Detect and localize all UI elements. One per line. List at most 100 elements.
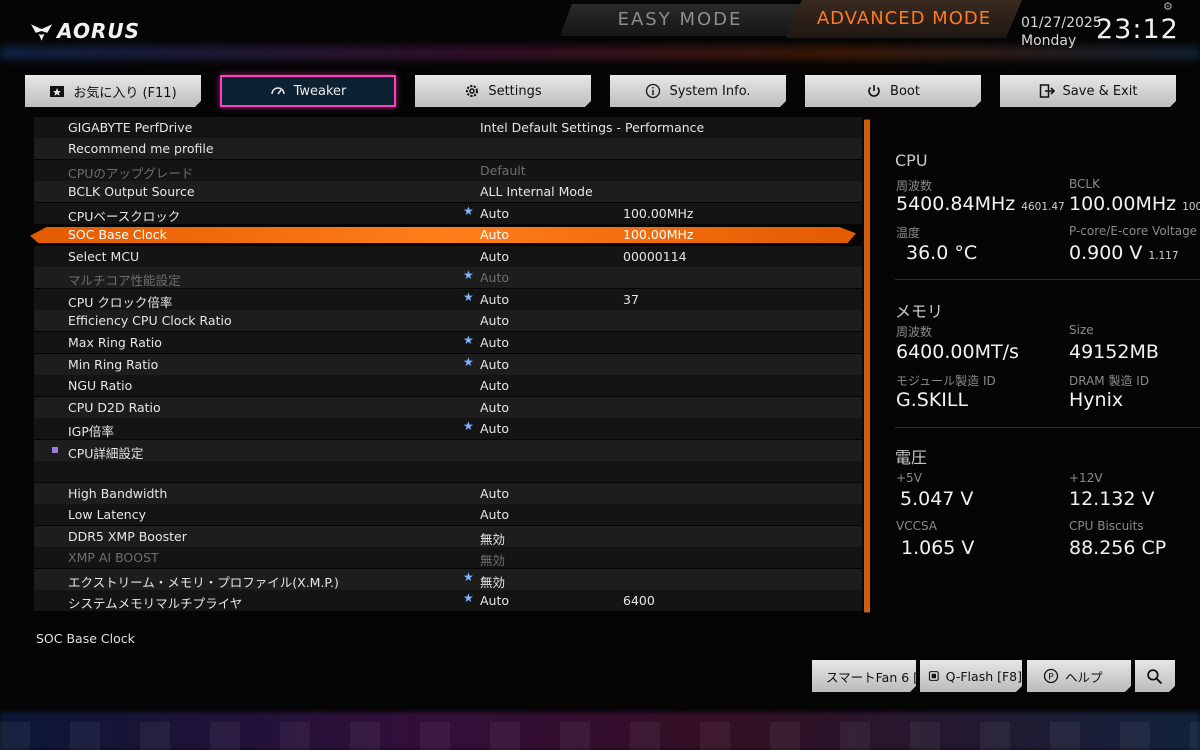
- settings-row[interactable]: XMP AI BOOST 無効: [34, 547, 862, 568]
- module-mfr-label: モジュール製造 ID: [896, 374, 996, 388]
- setting-value[interactable]: Default: [480, 163, 526, 178]
- settings-row[interactable]: NGU Ratio Auto: [34, 375, 862, 396]
- core-voltage-label: P-core/E-core Voltage: [1069, 224, 1198, 238]
- favorite-star-icon[interactable]: ★: [463, 591, 474, 605]
- settings-row[interactable]: Max Ring Ratio ★ Auto: [34, 332, 862, 353]
- tab-save-exit[interactable]: Save & Exit: [1000, 75, 1176, 107]
- cpu-freq-label: 周波数: [896, 179, 933, 193]
- setting-name: エクストリーム・メモリ・プロファイル(X.M.P.): [68, 575, 339, 590]
- settings-row[interactable]: Select MCU Auto 00000114: [34, 246, 862, 267]
- settings-row[interactable]: CPUベースクロック ★ Auto 100.00MHz: [34, 203, 862, 224]
- search-button[interactable]: [1135, 660, 1175, 692]
- divider: [895, 279, 1200, 280]
- tab-tweaker[interactable]: Tweaker: [220, 75, 396, 107]
- settings-row[interactable]: GIGABYTE PerfDrive Intel Default Settings…: [34, 117, 862, 138]
- star-folder-icon: [49, 83, 65, 99]
- exit-icon: [1039, 83, 1055, 99]
- settings-row[interactable]: CPUのアップグレード Default: [34, 160, 862, 181]
- help-button[interactable]: P ヘルプ: [1027, 660, 1131, 692]
- cpu-section-title: CPU: [895, 151, 928, 170]
- settings-row[interactable]: Low Latency Auto: [34, 504, 862, 525]
- setting-value[interactable]: Auto: [480, 227, 509, 242]
- settings-row[interactable]: Min Ring Ratio ★ Auto: [34, 354, 862, 375]
- favorite-star-icon[interactable]: ★: [463, 204, 474, 218]
- date-text: 01/27/2025: [1021, 15, 1102, 31]
- favorite-star-icon[interactable]: ★: [463, 570, 474, 584]
- easy-mode-button[interactable]: EASY MODE: [560, 4, 800, 36]
- setting-name: Efficiency CPU Clock Ratio: [68, 313, 232, 328]
- setting-value[interactable]: Auto: [480, 400, 509, 415]
- setting-value[interactable]: Intel Default Settings - Performance: [480, 120, 704, 135]
- setting-value[interactable]: Auto: [480, 249, 509, 264]
- setting-value[interactable]: Auto: [480, 313, 509, 328]
- settings-row[interactable]: CPU詳細設定: [34, 440, 862, 461]
- setting-name: マルチコア性能設定: [68, 273, 181, 288]
- tab-system-info[interactable]: System Info.: [610, 75, 786, 107]
- setting-value[interactable]: Auto: [480, 270, 509, 285]
- settings-row[interactable]: SOC Base Clock Auto 100.00MHz: [34, 224, 862, 245]
- voltage-section-title: 電圧: [895, 448, 928, 467]
- setting-value[interactable]: 無効: [480, 550, 505, 569]
- scrollbar-thumb[interactable]: [864, 120, 870, 612]
- advanced-mode-button[interactable]: ADVANCED MODE: [786, 0, 1022, 38]
- setting-value[interactable]: Auto: [480, 335, 509, 350]
- cpu-biscuits-value: 88.256 CP: [1069, 537, 1167, 559]
- settings-row[interactable]: CPU D2D Ratio Auto: [34, 397, 862, 418]
- settings-row[interactable]: BCLK Output Source ALL Internal Mode: [34, 181, 862, 202]
- settings-row[interactable]: IGP倍率 ★ Auto: [34, 418, 862, 439]
- tab-boot[interactable]: Boot: [805, 75, 981, 107]
- setting-value[interactable]: Auto: [480, 421, 509, 436]
- header-glow: [0, 46, 1200, 60]
- setting-value[interactable]: Auto: [480, 206, 509, 221]
- settings-row[interactable]: Recommend me profile: [34, 138, 862, 159]
- setting-value[interactable]: Auto: [480, 357, 509, 372]
- settings-row[interactable]: Efficiency CPU Clock Ratio Auto: [34, 310, 862, 331]
- favorite-star-icon[interactable]: ★: [463, 290, 474, 304]
- setting-value[interactable]: ALL Internal Mode: [480, 184, 593, 199]
- favorite-star-icon[interactable]: ★: [463, 333, 474, 347]
- settings-row[interactable]: [34, 461, 862, 482]
- settings-row[interactable]: システムメモリマルチプライヤ ★ Auto 6400: [34, 590, 862, 611]
- settings-row[interactable]: マルチコア性能設定 ★ Auto: [34, 267, 862, 288]
- favorite-star-icon[interactable]: ★: [463, 268, 474, 282]
- settings-row[interactable]: DDR5 XMP Booster 無効: [34, 526, 862, 547]
- v5-label: +5V: [896, 471, 922, 485]
- speedometer-icon: [270, 87, 285, 95]
- tab-favorites[interactable]: お気に入り (F11): [25, 75, 201, 107]
- tab-label: Save & Exit: [1062, 83, 1138, 99]
- settings-row[interactable]: CPU クロック倍率 ★ Auto 37: [34, 289, 862, 310]
- settings-row[interactable]: High Bandwidth Auto: [34, 483, 862, 504]
- v12-value: 12.132 V: [1069, 488, 1155, 510]
- bclk-label: BCLK: [1069, 177, 1100, 191]
- core-voltage-main: 0.900 V: [1069, 242, 1143, 264]
- favorite-star-icon[interactable]: ★: [463, 355, 474, 369]
- help-label: ヘルプ: [1065, 669, 1103, 685]
- clock: 23:12: [1096, 14, 1179, 45]
- favorite-star-icon[interactable]: ★: [463, 419, 474, 433]
- setting-value[interactable]: Auto: [480, 507, 509, 522]
- memory-freq-value: 6400.00MT/s: [896, 341, 1019, 363]
- settings-gear-icon[interactable]: ⚙: [1163, 0, 1173, 13]
- setting-value[interactable]: Auto: [480, 292, 509, 307]
- v5-value: 5.047 V: [900, 488, 974, 510]
- setting-value[interactable]: 無効: [480, 572, 505, 591]
- power-icon: [866, 83, 882, 99]
- setting-value[interactable]: 無効: [480, 529, 505, 548]
- setting-name: Recommend me profile: [68, 141, 214, 156]
- setting-name: Select MCU: [68, 249, 140, 264]
- memory-size-value: 49152MB: [1069, 341, 1159, 363]
- setting-value[interactable]: Auto: [480, 486, 509, 501]
- cpu-freq-value: 5400.84MHz 4601.47: [896, 193, 1065, 215]
- setting-value[interactable]: Auto: [480, 378, 509, 393]
- smart-fan-button[interactable]: スマートFan 6 [F6]: [812, 660, 916, 692]
- setting-name: システムメモリマルチプライヤ: [68, 596, 243, 611]
- tab-settings[interactable]: Settings: [415, 75, 591, 107]
- qflash-button[interactable]: Q-Flash [F8]: [920, 660, 1022, 692]
- memory-section-title: メモリ: [895, 302, 944, 321]
- settings-row[interactable]: エクストリーム・メモリ・プロファイル(X.M.P.) ★ 無効: [34, 569, 862, 590]
- cpu-freq-main: 5400.84MHz: [896, 193, 1016, 215]
- setting-value[interactable]: Auto: [480, 593, 509, 608]
- bclk-value: 100.00MHz 100.00: [1069, 193, 1200, 215]
- setting-name: NGU Ratio: [68, 378, 133, 393]
- bclk-main: 100.00MHz: [1069, 193, 1177, 215]
